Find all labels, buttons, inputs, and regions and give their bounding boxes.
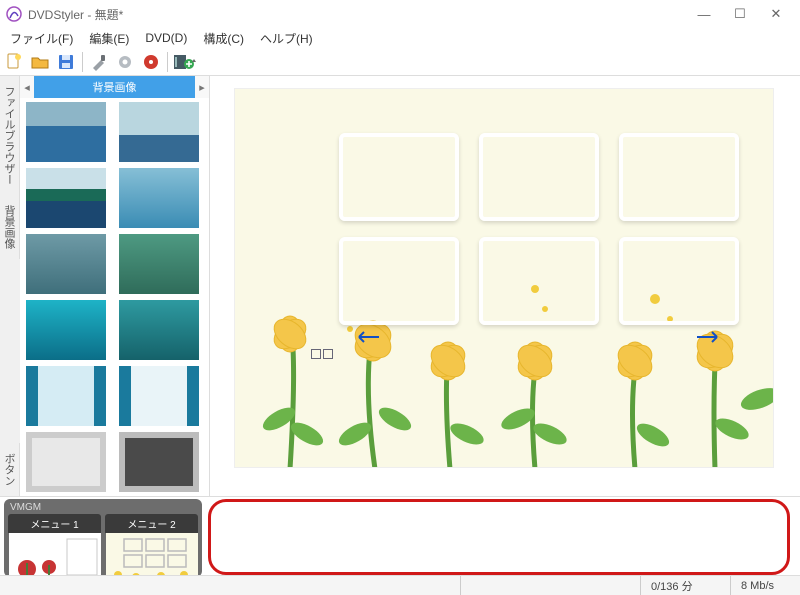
canvas-area [210, 76, 800, 496]
tools-button[interactable] [87, 50, 111, 74]
bg-thumb[interactable] [119, 102, 199, 162]
vmgm-menu-1[interactable]: メニュー 1 [8, 514, 101, 581]
vmgm-title: VMGM [8, 501, 198, 514]
bg-thumb[interactable] [119, 300, 199, 360]
video-slot[interactable] [339, 237, 459, 325]
background-thumb-scroll[interactable] [20, 98, 209, 496]
vmgm-group: VMGM メニュー 1 メニュー 2 [4, 499, 202, 577]
menu-bar: ファイル(F) 編集(E) DVD(D) 構成(C) ヘルプ(H) [0, 28, 800, 48]
bg-thumb[interactable] [119, 432, 199, 492]
menu-canvas[interactable] [234, 88, 774, 468]
bg-thumb[interactable] [119, 366, 199, 426]
app-icon [6, 6, 22, 22]
bg-thumb[interactable] [26, 102, 106, 162]
video-slot[interactable] [479, 237, 599, 325]
panel-title: 背景画像 [34, 76, 195, 98]
status-duration: 0/136 分 [640, 576, 730, 595]
video-slot[interactable] [619, 237, 739, 325]
bg-thumb[interactable] [26, 366, 106, 426]
next-arrow-icon[interactable] [697, 331, 721, 343]
settings-button[interactable] [113, 50, 137, 74]
burn-button[interactable] [139, 50, 163, 74]
maximize-button[interactable]: ☐ [722, 2, 758, 26]
vmgm-menu-2-label: メニュー 2 [105, 514, 198, 533]
side-tabs: ファイルブラウザー 背景画像 ボタン [0, 76, 20, 496]
side-tab-backgrounds[interactable]: 背景画像 [0, 195, 20, 259]
toolbar-separator-2 [167, 52, 168, 72]
main-area: ファイルブラウザー 背景画像 ボタン ◂ 背景画像 ▸ [0, 76, 800, 496]
vmgm-menu-2[interactable]: メニュー 2 [105, 514, 198, 581]
close-button[interactable]: ✕ [758, 2, 794, 26]
bg-thumb[interactable] [26, 300, 106, 360]
bottom-strip: VMGM メニュー 1 メニュー 2 [0, 496, 800, 581]
status-progress-cell [460, 576, 640, 595]
bg-thumb[interactable] [119, 234, 199, 294]
status-bar: 0/136 分 8 Mb/s [0, 575, 800, 595]
video-slot[interactable] [619, 133, 739, 221]
menu-file[interactable]: ファイル(F) [4, 28, 79, 49]
panel-prev-icon[interactable]: ◂ [20, 78, 34, 96]
vmgm-menu-1-label: メニュー 1 [8, 514, 101, 533]
bg-thumb[interactable] [26, 168, 106, 228]
new-button[interactable] [2, 50, 26, 74]
video-slot[interactable] [479, 133, 599, 221]
vmgm-menu-2-thumb [106, 533, 198, 581]
add-file-button[interactable] [172, 50, 196, 74]
menu-config[interactable]: 構成(C) [197, 28, 250, 49]
app-title: DVDStyler - 無題* [28, 6, 686, 23]
side-tab-buttons[interactable]: ボタン [0, 443, 20, 496]
timeline-highlight[interactable] [208, 499, 790, 575]
menu-dvd[interactable]: DVD(D) [139, 29, 193, 47]
selection-handles-icon [311, 349, 333, 359]
title-bar: DVDStyler - 無題* — ☐ ✕ [0, 0, 800, 28]
side-tab-file-browser[interactable]: ファイルブラウザー [0, 76, 20, 195]
window-controls: — ☐ ✕ [686, 2, 794, 26]
video-slot[interactable] [339, 133, 459, 221]
toolbar-separator [82, 52, 83, 72]
open-button[interactable] [28, 50, 52, 74]
bg-thumb[interactable] [26, 432, 106, 492]
toolbar [0, 48, 800, 76]
bg-thumb[interactable] [119, 168, 199, 228]
menu-help[interactable]: ヘルプ(H) [254, 28, 319, 49]
bg-thumb[interactable] [26, 234, 106, 294]
minimize-button[interactable]: — [686, 2, 722, 26]
background-panel: ◂ 背景画像 ▸ [20, 76, 210, 496]
menu-edit[interactable]: 編集(E) [83, 28, 135, 49]
save-button[interactable] [54, 50, 78, 74]
prev-arrow-icon[interactable] [355, 331, 379, 343]
status-bitrate: 8 Mb/s [730, 576, 800, 595]
panel-next-icon[interactable]: ▸ [195, 78, 209, 96]
vmgm-menu-1-thumb [9, 533, 101, 581]
